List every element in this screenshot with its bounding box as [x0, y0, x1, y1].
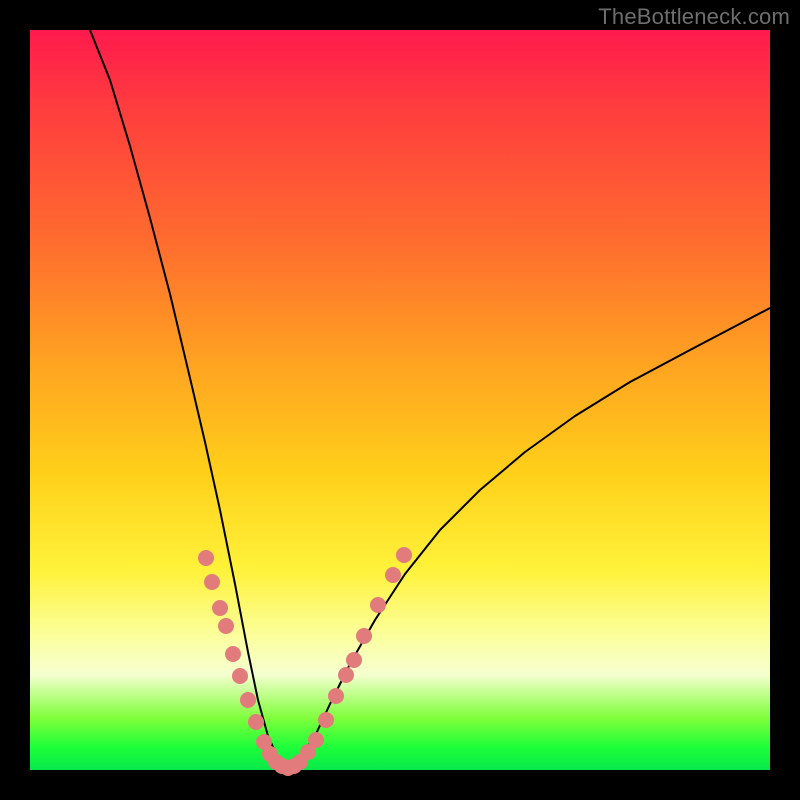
bottleneck-curve: [90, 30, 770, 766]
curve-marker-dot: [198, 550, 214, 566]
curve-marker-dot: [248, 714, 264, 730]
bottleneck-curve-path: [90, 30, 770, 766]
curve-marker-dot: [328, 688, 344, 704]
curve-marker-dot: [338, 667, 354, 683]
curve-marker-dot: [370, 597, 386, 613]
curve-marker-dot: [225, 646, 241, 662]
chart-svg: [30, 30, 770, 770]
curve-marker-dot: [240, 692, 256, 708]
curve-marker-dot: [218, 618, 234, 634]
curve-marker-dot: [212, 600, 228, 616]
curve-marker-dot: [308, 732, 324, 748]
chart-frame: [30, 30, 770, 770]
curve-marker-dot: [396, 547, 412, 563]
curve-marker-dot: [204, 574, 220, 590]
watermark-text: TheBottleneck.com: [598, 4, 790, 30]
curve-marker-dot: [232, 668, 248, 684]
curve-markers: [198, 547, 412, 776]
curve-marker-dot: [356, 628, 372, 644]
curve-marker-dot: [318, 712, 334, 728]
curve-marker-dot: [385, 567, 401, 583]
curve-marker-dot: [346, 652, 362, 668]
